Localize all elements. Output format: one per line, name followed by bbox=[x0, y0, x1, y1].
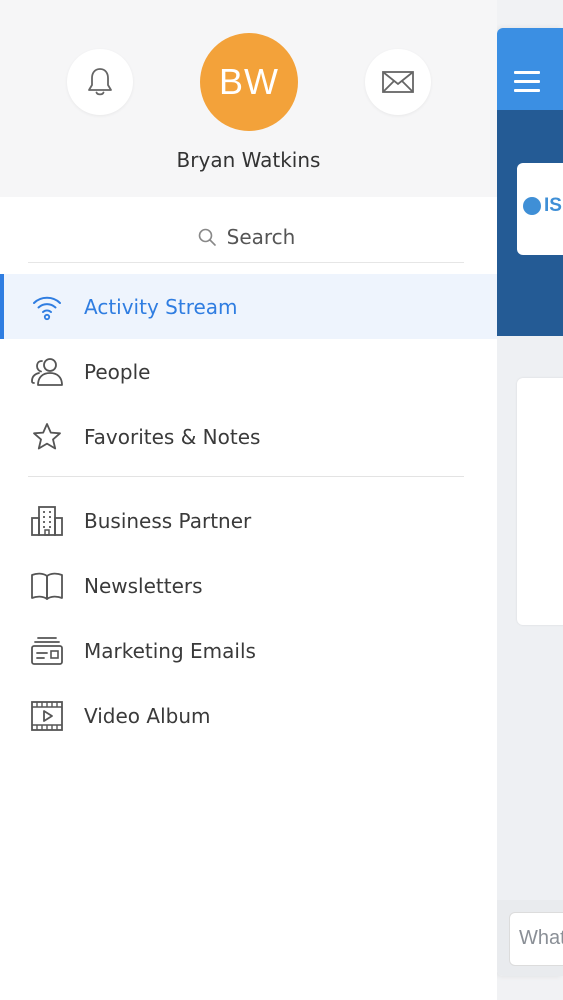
messages-button[interactable] bbox=[365, 49, 431, 115]
menu-item-favorites-notes[interactable]: Favorites & Notes bbox=[0, 404, 497, 469]
menu-item-label: Video Album bbox=[84, 703, 211, 728]
menu-item-label: Business Partner bbox=[84, 508, 252, 533]
wifi-signal-icon bbox=[30, 290, 64, 324]
user-name: Bryan Watkins bbox=[176, 148, 321, 172]
company-logo-card: IS bbox=[517, 163, 563, 255]
mail-icon bbox=[382, 71, 414, 93]
app-topbar bbox=[497, 28, 563, 110]
star-icon bbox=[30, 420, 64, 454]
envelope-stack-icon bbox=[30, 634, 64, 668]
avatar[interactable]: BW bbox=[200, 33, 298, 131]
menu-item-newsletters[interactable]: Newsletters bbox=[0, 553, 497, 618]
book-icon bbox=[30, 569, 64, 603]
menu-item-label: Marketing Emails bbox=[84, 638, 256, 663]
menu-item-label: Favorites & Notes bbox=[84, 424, 261, 449]
menu-item-marketing-emails[interactable]: Marketing Emails bbox=[0, 618, 497, 683]
composer-input[interactable]: What bbox=[509, 912, 563, 966]
menu-item-activity-stream[interactable]: Activity Stream bbox=[0, 274, 497, 339]
building-icon bbox=[30, 504, 64, 538]
menu-item-video-album[interactable]: Video Album bbox=[0, 683, 497, 748]
background-app-panel: IS What bbox=[497, 28, 563, 976]
globe-logo-icon bbox=[523, 197, 541, 215]
hamburger-menu-icon[interactable] bbox=[514, 71, 540, 98]
menu-item-label: Newsletters bbox=[84, 573, 203, 598]
company-logo-text: IS bbox=[544, 195, 562, 216]
composer-placeholder: What bbox=[519, 927, 563, 949]
menu-item-label: Activity Stream bbox=[84, 294, 238, 319]
bell-icon bbox=[88, 68, 112, 96]
navigation-drawer: BW Bryan Watkins Search Activity Stream … bbox=[0, 0, 497, 1000]
search-icon bbox=[198, 228, 216, 246]
notifications-button[interactable] bbox=[67, 49, 133, 115]
menu-item-label: People bbox=[84, 359, 151, 384]
app-content-card[interactable] bbox=[517, 378, 563, 625]
profile-header: BW Bryan Watkins bbox=[0, 0, 497, 197]
menu-item-business-partner[interactable]: Business Partner bbox=[0, 488, 497, 553]
menu-item-people[interactable]: People bbox=[0, 339, 497, 404]
people-icon bbox=[30, 355, 64, 389]
menu-divider bbox=[28, 476, 464, 477]
search-field[interactable]: Search bbox=[28, 212, 464, 263]
search-label: Search bbox=[226, 225, 296, 249]
film-icon bbox=[30, 699, 64, 733]
